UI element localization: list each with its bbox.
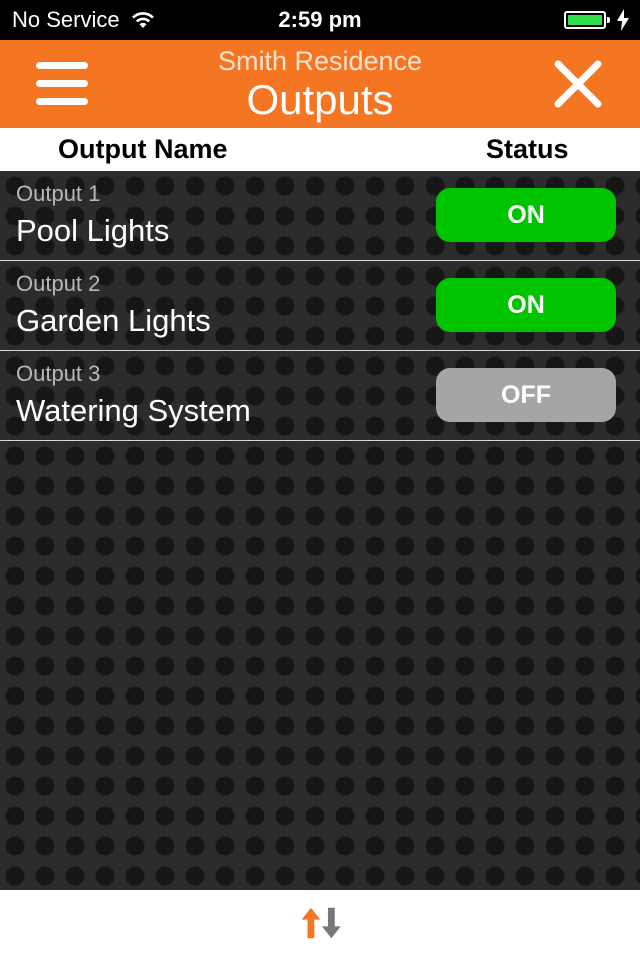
header-output-name: Output Name xyxy=(58,134,228,164)
output-row-garden-lights: Output 2 Garden Lights ON xyxy=(0,261,640,351)
up-down-arrows-icon[interactable] xyxy=(297,906,347,940)
output-number: Output 3 xyxy=(16,361,101,386)
page-title: Outputs xyxy=(246,76,394,123)
bottom-toolbar xyxy=(0,890,640,960)
output-row-pool-lights: Output 1 Pool Lights ON xyxy=(0,171,640,261)
table-header: Output Name Status xyxy=(0,128,640,171)
output-name: Pool Lights xyxy=(16,213,170,248)
status-bar: No Service 2:59 pm xyxy=(0,0,640,40)
status-toggle-button[interactable]: ON xyxy=(436,188,616,242)
output-name: Garden Lights xyxy=(16,303,211,338)
outputs-list: Output 1 Pool Lights ON Output 2 Garden … xyxy=(0,171,640,890)
output-name: Watering System xyxy=(16,393,251,428)
nav-bar: Smith Residence Outputs xyxy=(0,40,640,128)
nav-subtitle: Smith Residence xyxy=(217,46,423,76)
outputs-screen: No Service 2:59 pm Smith Residence Outpu… xyxy=(0,0,640,960)
status-toggle-button[interactable]: OFF xyxy=(436,368,616,422)
output-row-watering-system: Output 3 Watering System OFF xyxy=(0,351,640,441)
header-status: Status xyxy=(486,134,569,164)
output-number: Output 2 xyxy=(16,271,101,296)
status-right xyxy=(564,9,630,31)
status-toggle-button[interactable]: ON xyxy=(436,278,616,332)
output-number: Output 1 xyxy=(16,181,101,206)
close-icon[interactable] xyxy=(552,58,604,110)
battery-icon xyxy=(564,11,610,29)
clock: 2:59 pm xyxy=(278,7,362,32)
charging-icon xyxy=(617,9,629,31)
